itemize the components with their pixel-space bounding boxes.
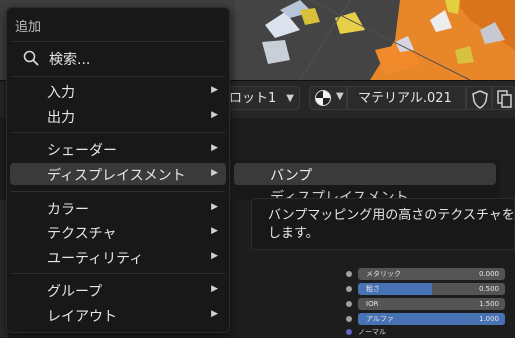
submenu-arrow-icon: ▶ xyxy=(211,251,218,261)
menu-item-label: レイアウト xyxy=(47,309,117,325)
search-label: 検索... xyxy=(49,52,91,68)
socket-dot xyxy=(346,329,352,335)
divider xyxy=(11,273,225,274)
submenu-arrow-icon: ▶ xyxy=(211,202,218,212)
chevron-down-icon: ▼ xyxy=(286,93,294,104)
new-material-button[interactable] xyxy=(492,86,515,110)
submenu-arrow-icon: ▶ xyxy=(211,309,218,319)
submenu-arrow-icon: ▶ xyxy=(211,85,218,95)
divider xyxy=(11,76,225,77)
ior-field[interactable]: IOR 1.500 xyxy=(358,298,505,310)
socket-ior[interactable]: IOR 1.500 xyxy=(346,298,506,310)
roughness-slider[interactable]: 粗さ 0.500 xyxy=(358,283,505,295)
menu-item-label: シェーダー xyxy=(47,143,117,159)
tooltip-text: バンプマッピング用の高さのテクスチャを作成します。 xyxy=(268,208,515,241)
socket-alpha[interactable]: アルファ 1.000 xyxy=(346,313,506,325)
chevron-down-icon: ▼ xyxy=(336,91,344,102)
socket-value: 1.000 xyxy=(478,315,499,323)
menu-item-label: グループ xyxy=(47,284,103,300)
submenu-item-bump[interactable]: バンプ xyxy=(234,163,496,185)
menu-item-label: 入力 xyxy=(47,85,75,101)
search-icon xyxy=(23,50,39,66)
submenu-arrow-icon: ▶ xyxy=(211,143,218,153)
browse-material-button[interactable]: ▼ xyxy=(309,86,347,110)
add-menu: 追加 検索... 入力 ▶ 出力 ▶ シェーダー ▶ ディスプレイスメント ▶ … xyxy=(6,7,230,333)
socket-dot xyxy=(346,286,352,292)
menu-item-label: ディスプレイスメント xyxy=(47,168,186,184)
socket-label: ノーマル xyxy=(358,328,386,336)
shield-icon xyxy=(472,90,488,109)
socket-normal[interactable]: ノーマル xyxy=(346,326,506,338)
divider xyxy=(11,132,225,133)
submenu-item-label: バンプ xyxy=(270,168,313,184)
menu-title: 追加 xyxy=(15,20,42,35)
socket-label: メタリック xyxy=(366,270,401,278)
socket-metallic[interactable]: メタリック 0.000 xyxy=(346,268,506,280)
alpha-slider[interactable]: アルファ 1.000 xyxy=(358,313,505,325)
copy-icon xyxy=(497,90,512,108)
socket-value: 0.000 xyxy=(478,270,499,278)
submenu-arrow-icon: ▶ xyxy=(211,284,218,294)
menu-item-group[interactable]: グループ ▶ xyxy=(10,279,226,301)
menu-item-label: カラー xyxy=(47,202,89,218)
socket-dot xyxy=(346,316,352,322)
socket-value: 0.500 xyxy=(478,285,499,293)
menu-item-displacement[interactable]: ディスプレイスメント ▶ xyxy=(10,163,226,185)
socket-label: 粗さ xyxy=(366,285,380,293)
fake-user-button[interactable] xyxy=(466,86,492,110)
socket-value: 1.500 xyxy=(478,300,499,308)
material-sphere-icon xyxy=(315,90,331,106)
material-slot-label: ロット1 xyxy=(229,91,277,106)
material-name-field[interactable]: マテリアル.021 xyxy=(347,86,466,110)
menu-item-label: ユーティリティ xyxy=(47,251,144,267)
menu-item-shader[interactable]: シェーダー ▶ xyxy=(10,138,226,160)
material-slot-dropdown[interactable]: ロット1 ▼ xyxy=(222,86,300,110)
socket-dot xyxy=(346,301,352,307)
menu-item-utility[interactable]: ユーティリティ ▶ xyxy=(10,246,226,268)
socket-dot xyxy=(346,271,352,277)
submenu-arrow-icon: ▶ xyxy=(211,226,218,236)
menu-search[interactable]: 検索... xyxy=(11,46,225,70)
menu-item-texture[interactable]: テクスチャ ▶ xyxy=(10,221,226,243)
divider xyxy=(11,191,225,192)
metallic-slider[interactable]: メタリック 0.000 xyxy=(358,268,505,280)
submenu-arrow-icon: ▶ xyxy=(211,168,218,178)
menu-item-layout[interactable]: レイアウト ▶ xyxy=(10,304,226,326)
menu-item-label: テクスチャ xyxy=(47,226,117,242)
divider xyxy=(11,41,225,42)
menu-item-label: 出力 xyxy=(47,110,75,126)
socket-label: IOR xyxy=(366,300,379,308)
menu-item-output[interactable]: 出力 ▶ xyxy=(10,105,226,127)
submenu-arrow-icon: ▶ xyxy=(211,110,218,120)
displacement-submenu: バンプ ディスプレイスメント xyxy=(230,160,500,200)
tooltip: バンプマッピング用の高さのテクスチャを作成します。 xyxy=(251,198,515,250)
socket-label: アルファ xyxy=(366,315,394,323)
socket-roughness[interactable]: 粗さ 0.500 xyxy=(346,283,506,295)
menu-item-input[interactable]: 入力 ▶ xyxy=(10,80,226,102)
menu-item-color[interactable]: カラー ▶ xyxy=(10,197,226,219)
